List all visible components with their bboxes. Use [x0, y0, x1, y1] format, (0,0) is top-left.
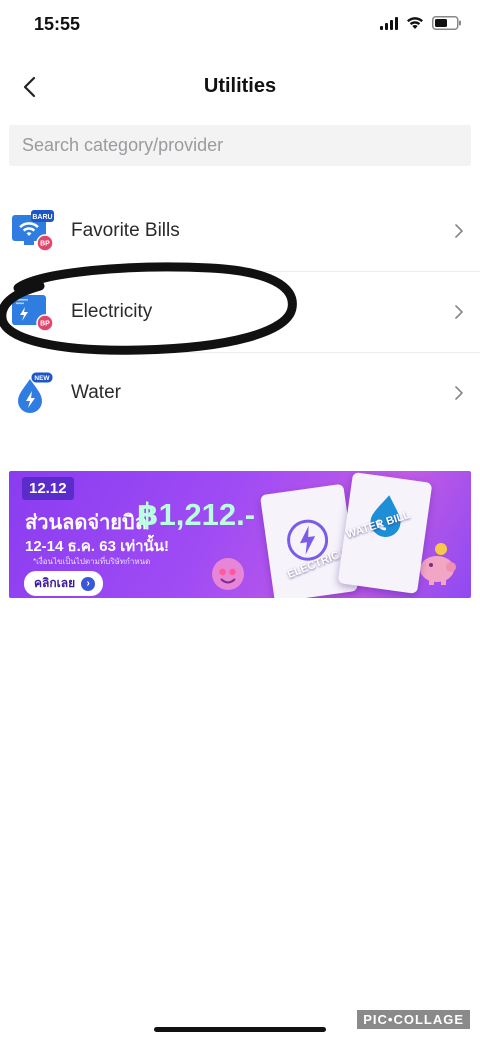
arrow-right-icon: ›: [81, 576, 96, 591]
list-item-water[interactable]: NEW Water: [0, 352, 480, 433]
svg-text:BP: BP: [40, 240, 50, 247]
banner-tag: 12.12: [22, 477, 74, 500]
banner-cta-button[interactable]: คลิกเลย ›: [24, 571, 104, 596]
heart-eyes-emoji-icon: [212, 558, 244, 590]
wifi-icon: [406, 16, 424, 30]
battery-icon: [432, 16, 462, 30]
status-icons: [380, 16, 462, 30]
svg-text:NEW: NEW: [34, 375, 50, 382]
hand-drawn-circle-annotation: [0, 262, 297, 355]
promo-banner[interactable]: 12.12 ส่วนลดจ่ายบิล ฿1,212.- 12-14 ธ.ค. …: [9, 471, 471, 598]
water-drop-icon: NEW: [18, 371, 54, 413]
list-item-label: Water: [71, 381, 121, 403]
chevron-right-icon: [455, 304, 463, 319]
home-indicator: [154, 1027, 326, 1032]
list-item-label: Favorite Bills: [71, 219, 180, 241]
search-input[interactable]: [9, 125, 471, 166]
chevron-right-icon: [455, 223, 463, 238]
banner-note: *เงื่อนไขเป็นไปตามที่บริษัทกำหนด: [33, 557, 151, 566]
banner-cta-label: คลิกเลย: [34, 576, 76, 590]
wifi-bill-icon: BARU BP: [12, 209, 54, 252]
chevron-right-icon: [455, 385, 463, 400]
status-bar: 15:55: [0, 0, 480, 52]
nav-bar: Utilities: [0, 62, 480, 112]
cellular-signal-icon: [380, 16, 398, 30]
banner-amount: ฿1,212.-: [137, 497, 256, 532]
svg-text:BARU: BARU: [32, 214, 52, 221]
pic-collage-watermark: PIC•COLLAGE: [357, 1010, 470, 1029]
page-title: Utilities: [203, 75, 277, 97]
status-time: 15:55: [34, 14, 81, 34]
